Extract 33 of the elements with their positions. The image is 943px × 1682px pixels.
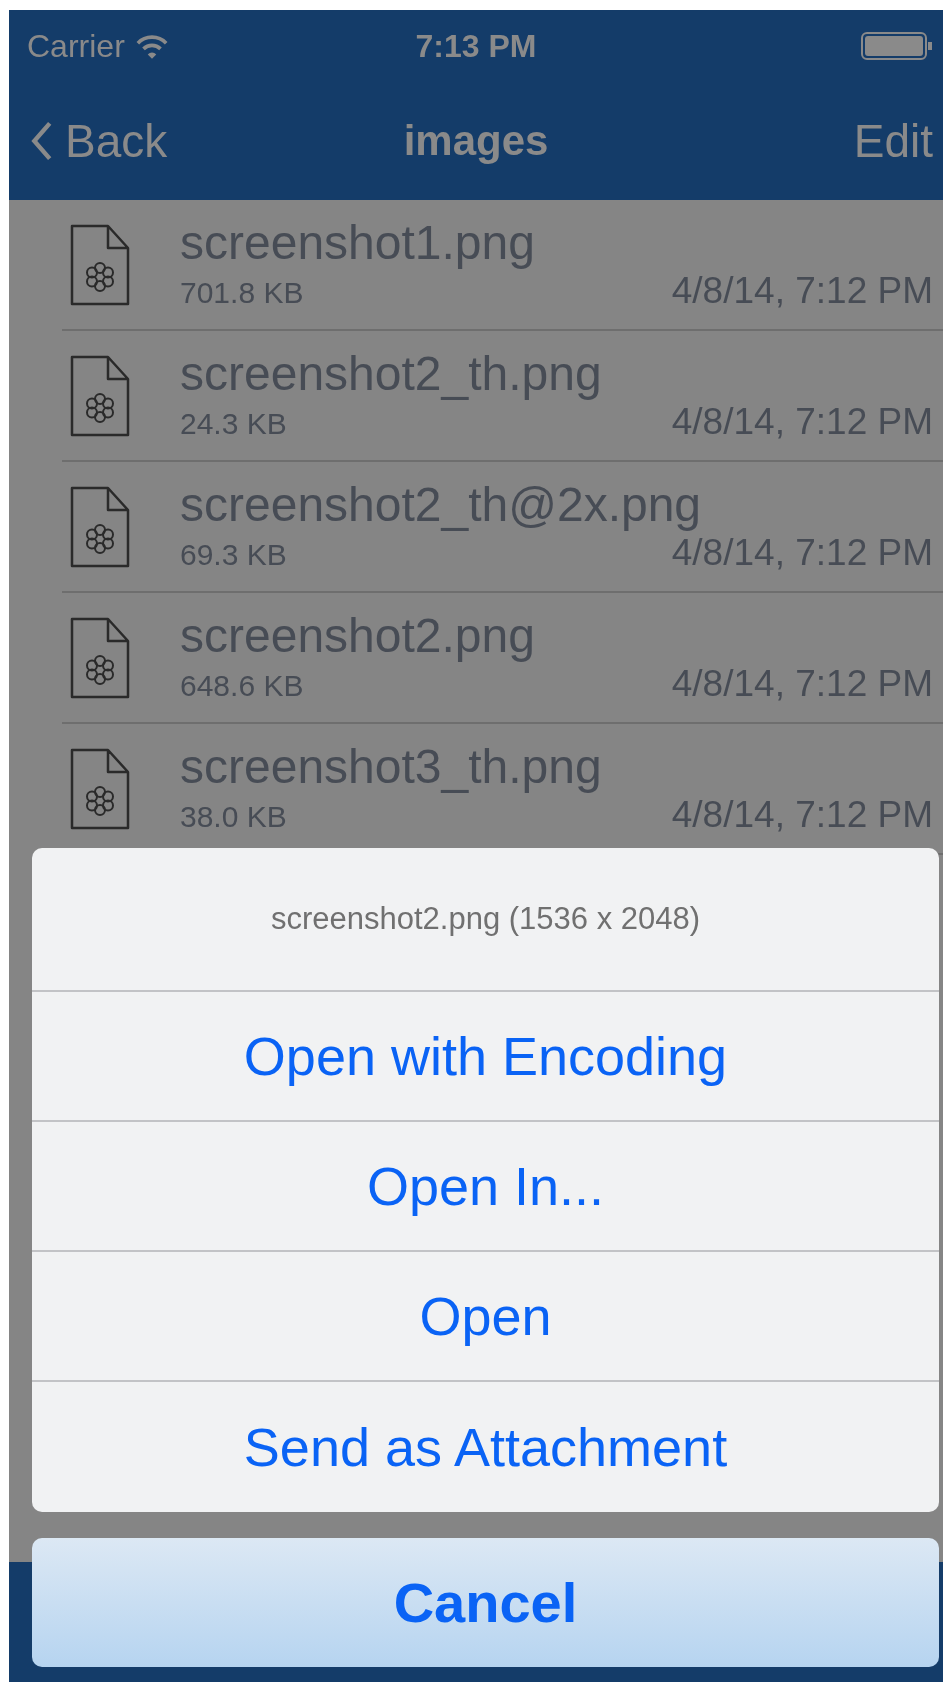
action-option[interactable]: Open In... — [32, 1122, 939, 1252]
file-date: 4/8/14, 7:12 PM — [671, 269, 933, 312]
wifi-icon — [134, 33, 169, 59]
edit-button[interactable]: Edit — [853, 114, 933, 168]
image-file-icon — [70, 223, 130, 306]
file-size: 24.3 KB — [180, 406, 287, 441]
file-size: 701.8 KB — [180, 275, 304, 310]
action-sheet-title: screenshot2.png (1536 x 2048) — [32, 848, 939, 992]
file-size: 69.3 KB — [180, 537, 287, 572]
action-option[interactable]: Open with Encoding — [32, 992, 939, 1122]
action-option[interactable]: Send as Attachment — [32, 1382, 939, 1512]
file-name: screenshot2_th@2x.png — [180, 479, 703, 532]
image-file-icon — [70, 747, 130, 830]
file-size: 38.0 KB — [180, 799, 287, 834]
back-button[interactable]: Back — [31, 114, 168, 168]
image-file-icon — [70, 616, 130, 699]
file-name: screenshot2.png — [180, 610, 536, 663]
file-date: 4/8/14, 7:12 PM — [671, 400, 933, 443]
image-file-icon — [70, 485, 130, 568]
file-size: 648.6 KB — [180, 668, 304, 703]
status-time: 7:13 PM — [415, 27, 537, 65]
file-name: screenshot3_th.png — [180, 741, 603, 794]
battery-icon — [861, 32, 933, 60]
file-date: 4/8/14, 7:12 PM — [671, 662, 933, 705]
nav-title: images — [403, 117, 549, 165]
file-name: screenshot1.png — [180, 217, 536, 270]
file-name: screenshot2_th.png — [180, 348, 603, 401]
file-date: 4/8/14, 7:12 PM — [671, 531, 933, 574]
cancel-button[interactable]: Cancel — [32, 1538, 939, 1667]
action-option[interactable]: Open — [32, 1252, 939, 1382]
image-file-icon — [70, 354, 130, 437]
file-date: 4/8/14, 7:12 PM — [671, 793, 933, 836]
carrier-label: Carrier — [27, 27, 125, 65]
